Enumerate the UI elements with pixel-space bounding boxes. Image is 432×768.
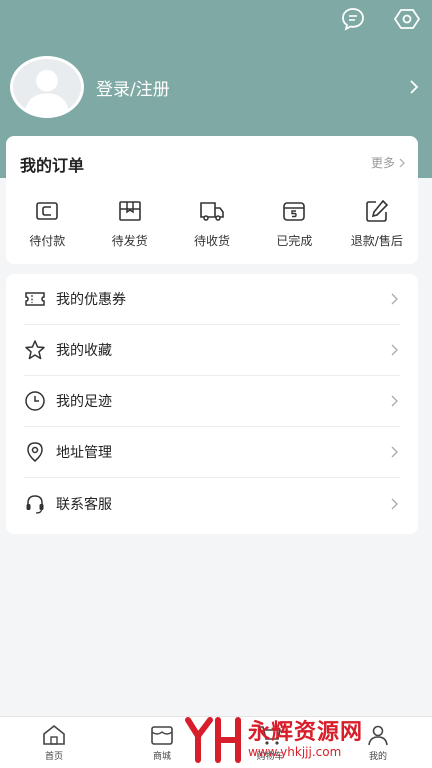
order-pending-receipt[interactable]: 待收货 (171, 198, 253, 249)
order-label: 已完成 (276, 234, 313, 248)
chevron-right-icon (391, 446, 398, 458)
chevron-right-icon (391, 293, 398, 305)
headset-icon (26, 494, 44, 514)
profile-header[interactable]: 登录/注册 (10, 56, 422, 118)
order-refund[interactable]: 退款/售后 (336, 198, 418, 249)
home-icon (43, 724, 65, 745)
order-pending-shipment[interactable]: 待发货 (88, 198, 170, 249)
order-status-row: 待付款 待发货 待收货 已完成 退款/售后 (6, 198, 418, 249)
menu-label: 我的收藏 (56, 343, 112, 359)
menu-label: 我的足迹 (56, 394, 112, 410)
menu-label: 联系客服 (56, 496, 112, 513)
coupon-icon (25, 292, 45, 306)
orders-card: 我的订单 更多 待付款 待发货 待收货 已完成 退款/售后 (6, 136, 418, 264)
tab-label: 商城 (152, 752, 171, 762)
menu-item-favorites[interactable]: 我的收藏 (24, 325, 400, 376)
chevron-right-icon (399, 158, 405, 167)
tab-label: 首页 (44, 752, 63, 762)
menu-card: 我的优惠券 我的收藏 我的足迹 地址管理 联系客服 (6, 274, 418, 534)
location-icon (27, 442, 43, 462)
more-label: 更多 (370, 156, 395, 170)
top-icons (340, 6, 420, 32)
tab-home[interactable]: 首页 (0, 717, 108, 768)
wallet-icon (36, 202, 59, 220)
package-icon (118, 201, 141, 221)
edit-icon (366, 199, 388, 222)
menu-label: 地址管理 (56, 445, 112, 461)
order-label: 待付款 (29, 234, 66, 248)
watermark-url: www.yhkjjj.com (248, 745, 342, 759)
order-label: 退款/售后 (350, 234, 403, 248)
chevron-right-icon (391, 498, 398, 509)
order-completed[interactable]: 已完成 (253, 198, 335, 249)
order-label: 待收货 (194, 234, 231, 248)
order-label: 待发货 (111, 234, 148, 248)
clock-icon (25, 391, 45, 411)
orders-title: 我的订单 (20, 156, 85, 175)
avatar[interactable] (10, 56, 84, 118)
chevron-right-icon (391, 344, 398, 356)
order-pending-payment[interactable]: 待付款 (6, 198, 88, 249)
star-icon (25, 340, 45, 360)
settings-icon[interactable] (394, 6, 420, 32)
watermark: 永辉资源网 www.yhkjjj.com (184, 712, 432, 768)
menu-item-coupons[interactable]: 我的优惠券 (24, 274, 400, 325)
menu-label: 我的优惠券 (56, 292, 126, 308)
login-register-link[interactable]: 登录/注册 (96, 75, 406, 100)
menu-item-customer-service[interactable]: 联系客服 (24, 478, 400, 529)
chevron-right-icon (410, 80, 419, 94)
orders-more-link[interactable]: 更多 (371, 154, 406, 171)
message-icon[interactable] (340, 6, 366, 32)
truck-icon (200, 202, 224, 221)
menu-item-address[interactable]: 地址管理 (24, 427, 400, 478)
menu-item-history[interactable]: 我的足迹 (24, 376, 400, 427)
watermark-text: 永辉资源网 www.yhkjjj.com (248, 720, 364, 760)
watermark-title: 永辉资源网 (248, 720, 364, 745)
box-done-icon (283, 202, 306, 221)
chevron-right-icon (391, 395, 398, 407)
watermark-logo (185, 717, 241, 763)
store-icon (151, 726, 173, 745)
